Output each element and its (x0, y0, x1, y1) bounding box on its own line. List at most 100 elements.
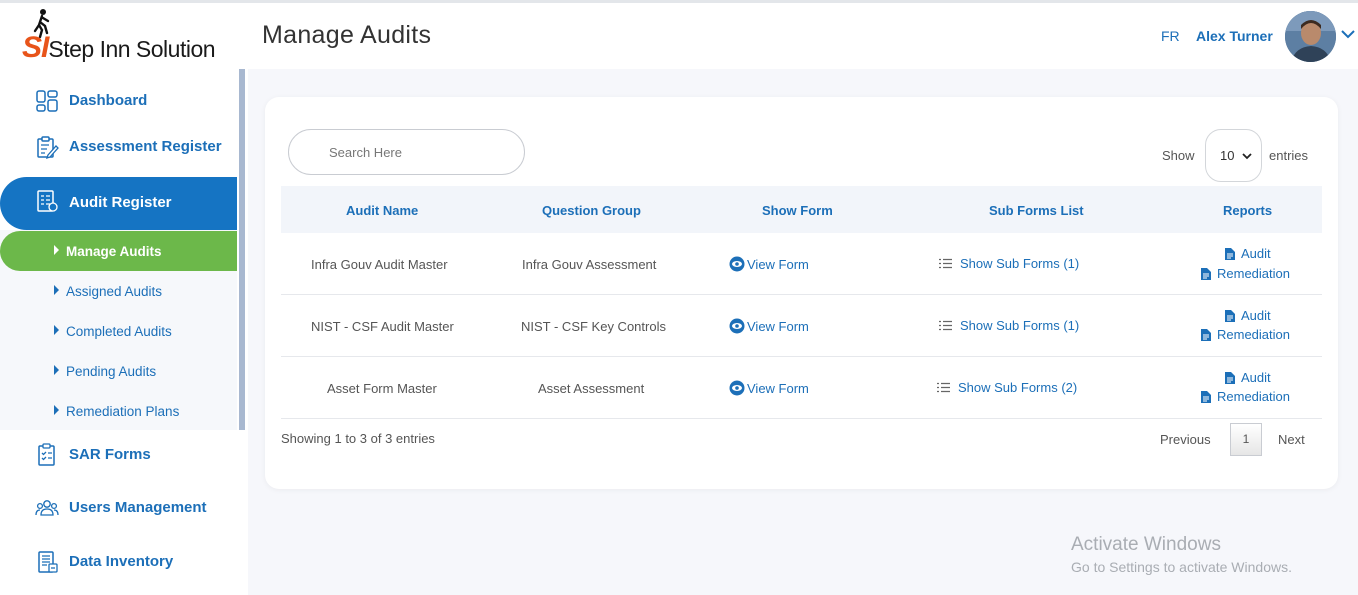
view-form-label: View Form (747, 318, 809, 334)
question-group-cell: Asset Assessment (538, 381, 645, 396)
eye-icon (729, 318, 745, 334)
eye-icon (729, 380, 745, 396)
caret-right-icon (54, 365, 59, 375)
show-sub-forms-link[interactable]: Show Sub Forms (1) (939, 318, 1079, 333)
sidebar-item-label: SAR Forms (69, 446, 151, 463)
page-title: Manage Audits (262, 21, 432, 49)
column-header-reports[interactable]: Reports (1223, 203, 1272, 218)
audit-report-link[interactable]: Audit (1225, 370, 1271, 385)
remediation-report-link[interactable]: Remediation (1201, 266, 1290, 281)
table-row: NIST - CSF Audit Master NIST - CSF Key C… (281, 295, 1322, 357)
sidebar-item-users-management[interactable]: Users Management (0, 492, 237, 524)
audits-card: Show 10 entries Audit Name Question Grou… (265, 97, 1338, 489)
table-row: Infra Gouv Audit Master Infra Gouv Asses… (281, 233, 1322, 295)
users-icon (35, 500, 59, 516)
file-icon (1225, 309, 1235, 322)
logo-text: SIStep Inn Solution (22, 31, 216, 65)
caret-right-icon (54, 285, 59, 295)
view-form-label: View Form (747, 380, 809, 396)
submenu-item-label: Pending Audits (66, 364, 157, 379)
chevron-down-icon (1242, 153, 1252, 160)
audit-report-label: Audit (1241, 308, 1271, 323)
sidebar-item-label: Audit Register (69, 194, 172, 211)
submenu-item-label: Manage Audits (66, 244, 162, 259)
entries-label: entries (1269, 148, 1309, 163)
sidebar-item-label: Users Management (69, 499, 207, 516)
audit-name-cell: Infra Gouv Audit Master (311, 257, 448, 272)
sidebar-scrollbar[interactable] (239, 69, 245, 430)
sidebar-item-data-inventory[interactable]: Data Inventory (0, 546, 237, 578)
remediation-report-link[interactable]: Remediation (1201, 389, 1290, 404)
chevron-down-icon[interactable] (1339, 27, 1357, 41)
logo[interactable]: SIStep Inn Solution (22, 9, 227, 67)
submenu-item-assigned-audits[interactable]: Assigned Audits (0, 271, 237, 311)
remediation-report-link[interactable]: Remediation (1201, 327, 1290, 342)
audit-report-link[interactable]: Audit (1225, 246, 1271, 261)
audit-register-submenu: Manage Audits Assigned Audits Completed … (0, 230, 237, 430)
view-form-link[interactable]: View Form (729, 318, 809, 334)
file-icon (1225, 371, 1235, 384)
caret-right-icon (54, 245, 59, 255)
sidebar-item-sar-forms[interactable]: SAR Forms (0, 439, 237, 471)
clipboard-edit-icon (37, 136, 59, 159)
audit-name-cell: Asset Form Master (327, 381, 437, 396)
submenu-item-manage-audits[interactable]: Manage Audits (0, 231, 237, 271)
file-icon (1201, 328, 1211, 341)
remediation-report-label: Remediation (1217, 266, 1290, 281)
dashboard-icon (36, 90, 58, 112)
audit-report-label: Audit (1241, 370, 1271, 385)
header: SIStep Inn Solution Manage Audits FR Ale… (0, 3, 1358, 69)
column-header-show-form[interactable]: Show Form (762, 203, 833, 218)
submenu-item-completed-audits[interactable]: Completed Audits (0, 311, 237, 351)
show-label: Show (1162, 148, 1195, 163)
sidebar-item-label: Assessment Register (69, 138, 222, 155)
submenu-item-label: Remediation Plans (66, 404, 180, 419)
submenu-item-remediation-plans[interactable]: Remediation Plans (0, 391, 237, 431)
show-sub-forms-link[interactable]: Show Sub Forms (1) (939, 256, 1079, 271)
column-header-audit-name[interactable]: Audit Name (346, 203, 418, 218)
document-list-icon (37, 190, 58, 212)
question-group-cell: Infra Gouv Assessment (522, 257, 657, 272)
audit-report-link[interactable]: Audit (1225, 308, 1271, 323)
search-input[interactable] (288, 129, 525, 175)
sub-forms-label: Show Sub Forms (1) (960, 256, 1080, 271)
eye-icon (729, 256, 745, 272)
logo-si: SI (22, 31, 49, 64)
list-icon (939, 258, 952, 269)
next-button[interactable]: Next (1278, 432, 1305, 447)
entries-value: 10 (1220, 148, 1235, 163)
list-icon (937, 382, 950, 393)
sidebar-item-dashboard[interactable]: Dashboard (0, 85, 237, 117)
audit-report-label: Audit (1241, 246, 1271, 261)
user-name[interactable]: Alex Turner (1196, 28, 1273, 44)
remediation-report-label: Remediation (1217, 389, 1290, 404)
sidebar: Dashboard Assessment Register Audit Regi… (0, 69, 248, 595)
sidebar-item-assessment-register[interactable]: Assessment Register (0, 131, 237, 163)
entries-select[interactable]: 10 (1205, 129, 1262, 182)
page-button-1[interactable]: 1 (1230, 423, 1262, 456)
show-sub-forms-link[interactable]: Show Sub Forms (2) (937, 380, 1077, 395)
sub-forms-label: Show Sub Forms (1) (960, 318, 1080, 333)
sidebar-item-audit-register[interactable]: Audit Register (0, 177, 237, 230)
table-row: Asset Form Master Asset Assessment View … (281, 357, 1322, 419)
caret-right-icon (54, 405, 59, 415)
avatar[interactable] (1285, 11, 1336, 62)
pagination-info: Showing 1 to 3 of 3 entries (281, 431, 435, 446)
logo-wordmark: Step Inn Solution (48, 36, 216, 62)
file-icon (1225, 247, 1235, 260)
column-header-sub-forms-list[interactable]: Sub Forms List (989, 203, 1084, 218)
previous-button[interactable]: Previous (1160, 432, 1211, 447)
language-switch[interactable]: FR (1161, 28, 1180, 44)
submenu-item-pending-audits[interactable]: Pending Audits (0, 351, 237, 391)
question-group-cell: NIST - CSF Key Controls (521, 319, 666, 334)
view-form-link[interactable]: View Form (729, 380, 809, 396)
column-header-question-group[interactable]: Question Group (542, 203, 641, 218)
sidebar-item-label: Data Inventory (69, 553, 174, 570)
table-header: Audit Name Question Group Show Form Sub … (281, 186, 1322, 233)
checklist-icon (38, 443, 55, 466)
file-icon (1201, 390, 1211, 403)
submenu-item-label: Completed Audits (66, 324, 172, 339)
list-icon (939, 320, 952, 331)
view-form-link[interactable]: View Form (729, 256, 809, 272)
activate-windows-title: Activate Windows (1071, 534, 1221, 555)
